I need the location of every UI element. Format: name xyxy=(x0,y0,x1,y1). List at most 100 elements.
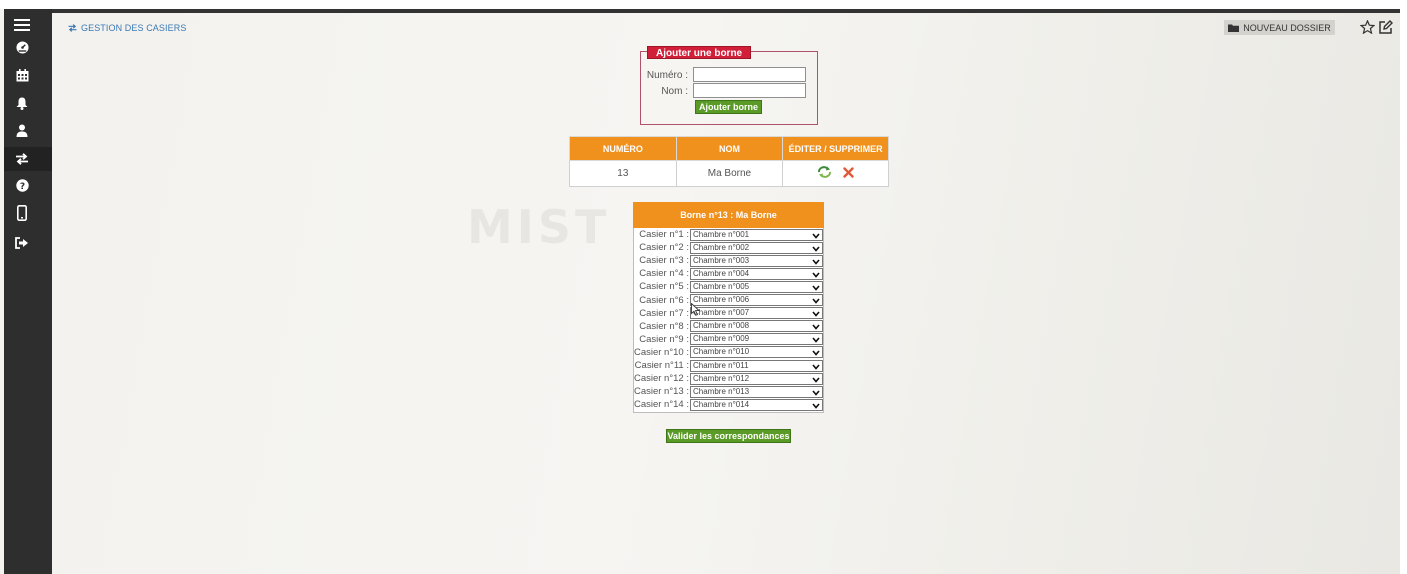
delete-icon[interactable] xyxy=(843,166,854,181)
casier-row: Casier n°10 : Chambre n°010 xyxy=(633,346,824,359)
chevron-down-icon xyxy=(812,310,820,320)
top-strip xyxy=(0,0,1407,9)
chambre-select-value: Chambre n°001 xyxy=(693,229,750,239)
casier-label: Casier n°12 : xyxy=(633,373,689,385)
validate-mapping-button[interactable]: Valider les correspondances xyxy=(666,429,791,443)
logout-icon[interactable] xyxy=(4,231,40,255)
calendar-icon[interactable] xyxy=(4,63,40,87)
table-header-row: NUMÉRO NOM ÉDITER / SUPPRIMER xyxy=(569,136,889,161)
chevron-down-icon xyxy=(812,402,820,412)
chambre-select[interactable]: Chambre n°011 xyxy=(690,359,823,373)
mouse-cursor-icon xyxy=(691,302,701,319)
casier-row: Casier n°11 : Chambre n°011 xyxy=(633,359,824,372)
casier-row: Casier n°4 : Chambre n°004 xyxy=(633,267,824,280)
chambre-select[interactable]: Chambre n°010 xyxy=(690,346,823,359)
chambre-select-value: Chambre n°002 xyxy=(693,242,750,252)
chevron-down-icon xyxy=(812,271,820,281)
casier-label: Casier n°14 : xyxy=(633,399,689,411)
chevron-down-icon xyxy=(812,376,820,386)
casier-label: Casier n°11 : xyxy=(634,360,689,371)
user-icon[interactable] xyxy=(4,118,40,142)
svg-text:?: ? xyxy=(19,182,24,192)
borne-numero-cell: 13 xyxy=(569,160,677,187)
chambre-select[interactable]: Chambre n°001 xyxy=(690,228,823,242)
casier-row: Casier n°5 : Chambre n°005 xyxy=(633,280,824,293)
help-icon[interactable]: ? xyxy=(4,173,40,197)
casier-row: Casier n°2 : Chambre n°002 xyxy=(633,241,824,254)
breadcrumb[interactable]: GESTION DES CASIERS xyxy=(67,23,186,33)
new-folder-button[interactable]: NOUVEAU DOSSIER xyxy=(1224,20,1335,35)
borne-nom-cell: Ma Borne xyxy=(675,160,784,187)
casier-label: Casier n°4 : xyxy=(639,268,689,280)
casier-row: Casier n°3 : Chambre n°003 xyxy=(633,254,824,267)
chevron-down-icon xyxy=(812,232,820,242)
casier-row: Casier n°9 : Chambre n°009 xyxy=(633,333,824,346)
casier-row: Casier n°13 : Chambre n°013 xyxy=(633,385,824,398)
column-header-actions: ÉDITER / SUPPRIMER xyxy=(782,136,889,161)
chambre-select-value: Chambre n°014 xyxy=(693,399,750,409)
chambre-select-value: Chambre n°006 xyxy=(693,295,750,304)
casier-label: Casier n°6 : xyxy=(639,294,689,306)
bornes-table: NUMÉRO NOM ÉDITER / SUPPRIMER 13 Ma Born… xyxy=(569,136,889,187)
nom-label: Nom : xyxy=(661,86,688,97)
folder-icon xyxy=(1228,24,1240,32)
mobile-icon[interactable] xyxy=(4,201,40,225)
chevron-down-icon xyxy=(812,323,820,333)
casier-label: Casier n°8 : xyxy=(639,320,689,332)
chambre-select-value: Chambre n°008 xyxy=(693,321,750,331)
exchange-icon xyxy=(68,24,77,32)
menu-icon[interactable] xyxy=(4,13,40,37)
numero-input[interactable] xyxy=(693,67,806,82)
chambre-select-value: Chambre n°009 xyxy=(693,334,750,344)
right-edge xyxy=(1400,0,1407,574)
nom-input[interactable] xyxy=(693,83,806,98)
chambre-select[interactable]: Chambre n°005 xyxy=(690,280,823,294)
add-borne-legend: Ajouter une borne xyxy=(647,46,752,59)
casier-label: Casier n°1 : xyxy=(639,229,689,240)
exchange-icon[interactable] xyxy=(4,147,52,171)
casier-row: Casier n°1 : Chambre n°001 xyxy=(633,228,824,241)
top-bar xyxy=(4,9,1400,13)
column-header-nom: NOM xyxy=(675,136,784,161)
chevron-down-icon xyxy=(812,389,820,399)
chambre-select-value: Chambre n°005 xyxy=(693,281,750,291)
chambre-select[interactable]: Chambre n°003 xyxy=(690,254,823,268)
bell-icon[interactable] xyxy=(4,91,40,115)
casier-label: Casier n°7 : xyxy=(639,307,689,319)
chambre-select[interactable]: Chambre n°014 xyxy=(690,398,823,412)
edit-refresh-icon[interactable] xyxy=(817,166,832,181)
star-icon[interactable] xyxy=(1359,19,1376,37)
chevron-down-icon xyxy=(812,349,820,359)
edit-icon[interactable] xyxy=(1379,20,1393,37)
casier-label: Casier n°3 : xyxy=(639,255,689,267)
casier-row: Casier n°6 : Chambre n°006 xyxy=(633,294,824,307)
chambre-select[interactable]: Chambre n°012 xyxy=(690,372,823,386)
chevron-down-icon xyxy=(812,297,820,307)
table-row: 13 Ma Borne xyxy=(569,160,889,187)
chambre-select[interactable]: Chambre n°013 xyxy=(690,385,823,399)
chambre-select-value: Chambre n°007 xyxy=(693,308,750,318)
casier-row: Casier n°8 : Chambre n°008 xyxy=(633,320,824,333)
casier-row: Casier n°14 : Chambre n°014 xyxy=(633,398,824,411)
chambre-select[interactable]: Chambre n°009 xyxy=(690,333,823,346)
chevron-down-icon xyxy=(812,258,820,268)
casier-label: Casier n°10 : xyxy=(633,346,689,358)
chambre-select[interactable]: Chambre n°002 xyxy=(690,241,823,255)
chevron-down-icon xyxy=(812,336,820,346)
casier-row: Casier n°12 : Chambre n°012 xyxy=(633,372,824,385)
sidebar: ? xyxy=(4,9,52,574)
casier-row: Casier n°7 : Chambre n°007 xyxy=(633,307,824,320)
chambre-select-value: Chambre n°003 xyxy=(693,255,750,265)
column-header-numero: NUMÉRO xyxy=(569,136,677,161)
dashboard-icon[interactable] xyxy=(4,35,40,59)
chevron-down-icon xyxy=(812,363,820,373)
chambre-select[interactable]: Chambre n°007 xyxy=(690,307,823,320)
breadcrumb-label: GESTION DES CASIERS xyxy=(81,23,187,33)
chambre-select[interactable]: Chambre n°008 xyxy=(690,320,823,333)
chevron-down-icon xyxy=(812,245,820,255)
borne-actions-cell xyxy=(782,160,889,187)
chambre-select[interactable]: Chambre n°006 xyxy=(690,294,823,306)
add-borne-button[interactable]: Ajouter borne xyxy=(695,100,762,114)
chevron-down-icon xyxy=(812,284,820,294)
chambre-select[interactable]: Chambre n°004 xyxy=(690,267,823,281)
